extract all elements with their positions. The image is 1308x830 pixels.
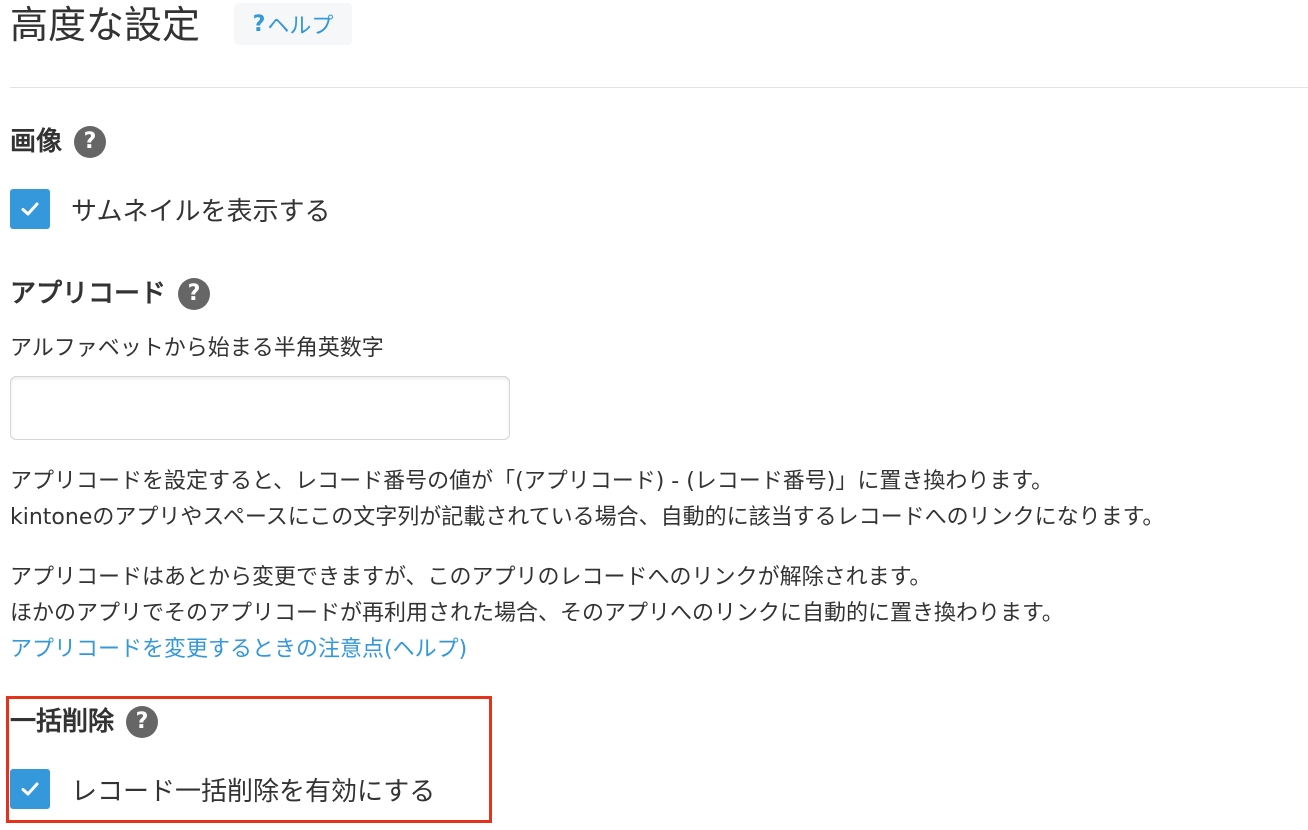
bulk-delete-checkbox-row[interactable]: レコード一括削除を有効にする <box>10 769 435 809</box>
question-circle-icon[interactable]: ? <box>126 706 159 738</box>
image-section-title: 画像 ? <box>10 125 107 159</box>
thumbnail-checkbox-row[interactable]: サムネイルを表示する <box>10 189 330 229</box>
bulk-delete-checkbox-label: レコード一括削除を有効にする <box>71 776 436 807</box>
checkmark-icon <box>21 782 39 796</box>
app-code-caption: アルファベットから始まる半角英数字 <box>10 336 384 361</box>
app-code-help-link[interactable]: アプリコードを変更するときの注意点(ヘルプ) <box>10 632 467 668</box>
description-line: アプリコードを設定すると、レコード番号の値が「(アプリコード) - (レコード番… <box>10 469 1054 494</box>
app-code-section-title: アプリコード ? <box>10 277 211 311</box>
image-section-label: 画像 <box>10 127 63 157</box>
help-question-icon: ? <box>252 11 266 37</box>
header-divider <box>10 87 1308 88</box>
checkmark-icon <box>21 202 39 216</box>
page-title: 高度な設定 <box>10 3 201 47</box>
advanced-settings-page: 高度な設定 ? ヘルプ 画像 ? サムネイルを表示する アプリコード ? アルフ… <box>0 0 1308 830</box>
description-line: アプリコードはあとから変更できますが、このアプリのレコードへのリンクが解除されま… <box>10 565 932 590</box>
description-line: ほかのアプリでそのアプリコードが再利用された場合、そのアプリへのリンクに自動的に… <box>10 601 1064 626</box>
question-circle-icon[interactable]: ? <box>178 278 211 310</box>
question-circle-icon[interactable]: ? <box>74 126 107 158</box>
help-button[interactable]: ? ヘルプ <box>234 3 352 45</box>
app-code-section-label: アプリコード <box>10 279 167 309</box>
thumbnail-checkbox[interactable] <box>10 189 50 229</box>
help-button-label: ヘルプ <box>267 14 334 39</box>
bulk-delete-section-label: 一括削除 <box>10 707 115 737</box>
app-code-description-2: アプリコードはあとから変更できますが、このアプリのレコードへのリンクが解除されま… <box>10 560 1064 632</box>
app-code-description-1: アプリコードを設定すると、レコード番号の値が「(アプリコード) - (レコード番… <box>10 464 1164 536</box>
bulk-delete-section-title: 一括削除 ? <box>10 705 159 739</box>
bulk-delete-checkbox[interactable] <box>10 769 50 809</box>
description-line: kintoneのアプリやスペースにこの文字列が記載されている場合、自動的に該当す… <box>10 505 1165 530</box>
app-code-input[interactable] <box>10 376 510 440</box>
thumbnail-checkbox-label: サムネイルを表示する <box>71 196 331 227</box>
